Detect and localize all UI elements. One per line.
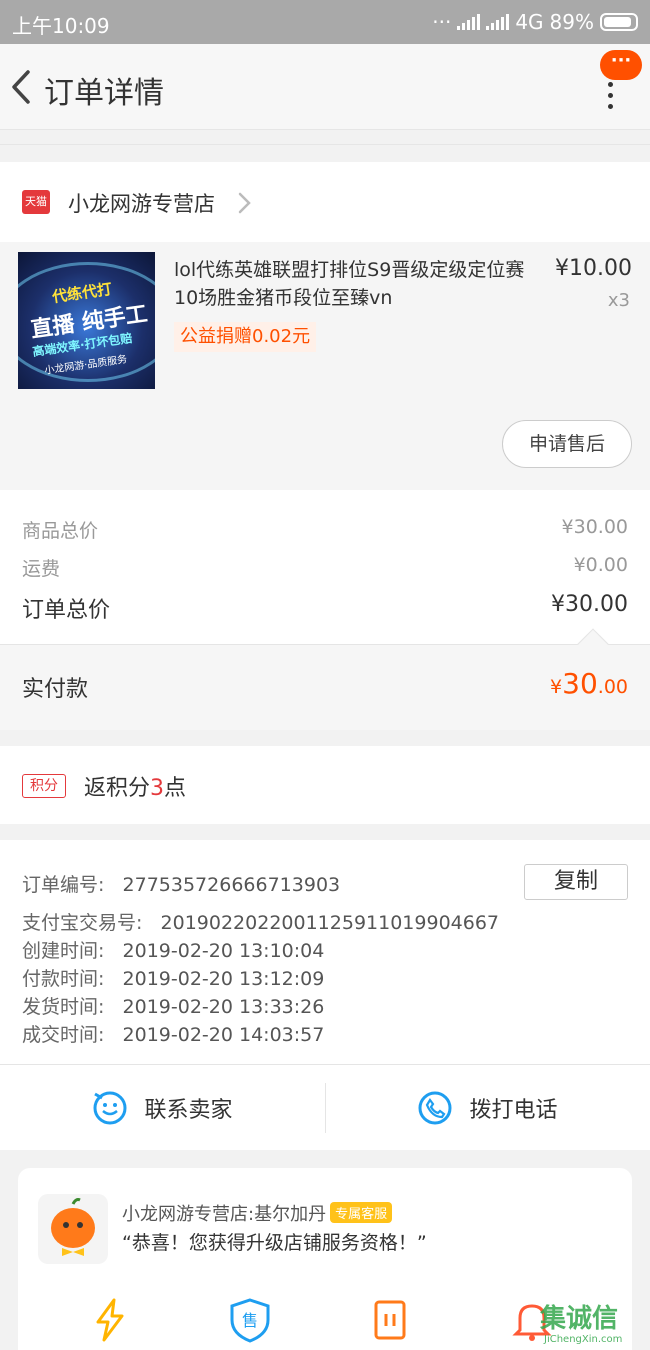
copy-button[interactable]: 复制: [524, 864, 628, 900]
product-thumbnail[interactable]: 代练代打 直播 纯手工 高端效率·打坏包赔 小龙网游·品质服务: [18, 252, 155, 389]
paid-time-row: 付款时间: 2019-02-20 13:12:09: [22, 968, 325, 990]
product-price: ¥10.00: [555, 256, 632, 281]
chat-face-icon: [93, 1091, 127, 1125]
ticket-icon[interactable]: [368, 1296, 412, 1344]
shop-header[interactable]: 天猫 小龙网游专营店: [0, 162, 650, 242]
shield-sale-icon[interactable]: 售: [228, 1296, 272, 1344]
alipay-row: 支付宝交易号: 2019022022001125911019904667: [22, 912, 500, 934]
battery-percent: 89%: [549, 10, 594, 34]
order-info: 订单编号: 277535726666713903 复制 支付宝交易号: 2019…: [0, 840, 650, 1064]
watermark-text: 集诚信: [540, 1304, 619, 1334]
page-title: 订单详情: [44, 76, 164, 111]
signal-icon-2: [486, 14, 510, 30]
completed-time-row: 成交时间: 2019-02-20 14:03:57: [22, 1024, 325, 1046]
order-number-row: 订单编号: 277535726666713903: [22, 874, 341, 896]
price-summary: 商品总价 ¥30.00 运费 ¥0.00 订单总价 ¥30.00 实付款 ¥30…: [0, 490, 650, 730]
shop-name[interactable]: 小龙网游专营店: [68, 188, 215, 218]
paid-amount-row: 实付款 ¥30.00: [0, 628, 650, 730]
svg-text:售: 售: [242, 1311, 258, 1330]
after-sale-button[interactable]: 申请售后: [502, 420, 632, 468]
battery-icon: [600, 13, 638, 31]
points-tag: 积分: [22, 774, 66, 798]
goods-total-row: 商品总价 ¥30.00: [22, 516, 628, 543]
points-text: 返积分3点: [84, 776, 187, 801]
network-type: 4G: [515, 10, 544, 34]
message-badge[interactable]: ···: [600, 50, 642, 80]
chevron-right-icon[interactable]: [234, 190, 254, 216]
back-arrow-icon[interactable]: [6, 66, 38, 108]
call-label: 拨打电话: [469, 1098, 558, 1123]
avatar[interactable]: [38, 1194, 108, 1264]
call-button[interactable]: 拨打电话: [325, 1065, 650, 1151]
product-quantity: x3: [607, 290, 630, 311]
goods-total-label: 商品总价: [22, 520, 99, 542]
contact-seller-label: 联系卖家: [144, 1098, 233, 1123]
order-item: 代练代打 直播 纯手工 高端效率·打坏包赔 小龙网游·品质服务 lol代练英雄联…: [0, 242, 650, 490]
dots-icon: ···: [432, 10, 452, 34]
shipping-label: 运费: [22, 558, 61, 580]
watermark: 集诚信 JiChengXin.com: [524, 1296, 644, 1350]
order-number: 277535726666713903: [122, 874, 341, 896]
paid-amount: ¥30.00: [550, 667, 628, 700]
phone-icon: [418, 1091, 452, 1125]
order-total-label: 订单总价: [22, 598, 111, 623]
order-total-row: 订单总价 ¥30.00: [22, 592, 628, 624]
tmall-logo-icon: 天猫: [22, 190, 50, 214]
alipay-number: 2019022022001125911019904667: [160, 912, 500, 934]
lightning-icon[interactable]: [88, 1296, 132, 1344]
service-name: 小龙网游专营店:基尔加丹 专属客服: [122, 1200, 393, 1226]
points-row: 积分 返积分3点: [0, 746, 650, 824]
watermark-url: JiChengXin.com: [544, 1334, 623, 1345]
goods-total-value: ¥30.00: [561, 516, 628, 538]
divider: [0, 144, 650, 145]
shipping-row: 运费 ¥0.00: [22, 554, 628, 581]
paid-label: 实付款: [22, 677, 89, 702]
pumpkin-mascot-icon: [51, 1198, 95, 1256]
more-menu-icon[interactable]: [606, 82, 614, 112]
shipping-value: ¥0.00: [573, 554, 628, 576]
donation-tag: 公益捐赠0.02元: [174, 322, 317, 352]
created-time-row: 创建时间: 2019-02-20 13:10:04: [22, 940, 325, 962]
contact-bar: 联系卖家 拨打电话: [0, 1064, 650, 1150]
status-time: 上午10:09: [12, 14, 110, 38]
order-total-value: ¥30.00: [551, 592, 628, 617]
signal-icon: [457, 14, 481, 30]
service-message: “恭喜！您获得升级店铺服务资格！”: [122, 1232, 427, 1254]
nav-bar: 订单详情 ···: [0, 44, 650, 130]
contact-seller-button[interactable]: 联系卖家: [0, 1065, 325, 1151]
status-bar: 上午10:09 ··· 4G 89%: [0, 0, 650, 44]
exclusive-service-badge: 专属客服: [330, 1202, 393, 1223]
shipped-time-row: 发货时间: 2019-02-20 13:33:26: [22, 996, 325, 1018]
product-title[interactable]: lol代练英雄联盟打排位S9晋级定级定位赛10场胜金猪币段位至臻vn: [174, 256, 534, 312]
